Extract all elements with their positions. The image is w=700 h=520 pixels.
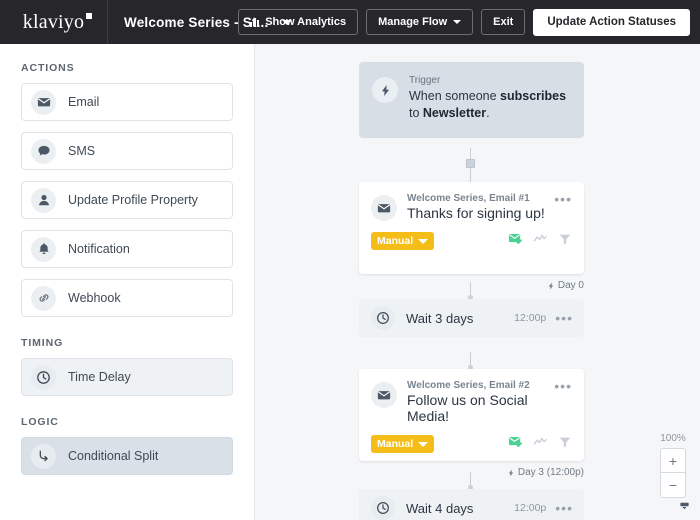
envelope-icon (371, 195, 397, 221)
chevron-down-icon (453, 20, 462, 24)
time-delay-card[interactable]: Wait 3 days 12:00p ••• (359, 299, 584, 337)
clock-icon (371, 306, 395, 330)
zoom-out-button[interactable]: − (660, 473, 686, 498)
day-label-text: Day 3 (12:00p) (517, 467, 584, 478)
zoom-controls: 100% + − (660, 433, 686, 498)
logo-text: klaviyo (22, 11, 85, 33)
email-action-card[interactable]: Welcome Series, Email #2 Follow us on So… (359, 369, 584, 478)
clock-icon (371, 496, 395, 520)
sidebar-item-conditional-split[interactable]: Conditional Split (21, 437, 233, 475)
sidebar-item-time-delay[interactable]: Time Delay (21, 358, 233, 396)
person-icon (31, 187, 56, 213)
email-name: Welcome Series, Email #1 (407, 193, 530, 204)
add-node-button[interactable] (466, 159, 475, 168)
show-analytics-button[interactable]: Show Analytics (238, 9, 359, 35)
sidebar-item-label: Notification (68, 242, 130, 256)
sidebar-item-label: Email (68, 95, 100, 109)
sidebar-item-label: Webhook (68, 291, 121, 305)
trigger-event-name: subscribes (500, 89, 567, 103)
delay-label: Wait 3 days (406, 310, 474, 326)
trigger-description: When someone subscribes to Newsletter. (409, 88, 569, 122)
component-palette-sidebar: ACTIONS Email SMS Update Profile Propert… (0, 44, 255, 520)
delay-label: Wait 4 days (406, 500, 474, 516)
filter-icon[interactable] (558, 232, 572, 251)
clock-icon (31, 364, 56, 390)
sidebar-item-label: SMS (68, 144, 96, 158)
bar-chart-icon (250, 17, 260, 27)
klaviyo-flow-builder: klaviyo Welcome Series - St... Show Anal… (0, 0, 700, 520)
trigger-label: Trigger (409, 75, 441, 86)
filter-icon[interactable] (558, 435, 572, 454)
show-analytics-label: Show Analytics (265, 16, 347, 28)
status-badge[interactable]: Manual (371, 232, 435, 250)
smart-sending-icon[interactable] (508, 434, 523, 454)
manage-flow-button[interactable]: Manage Flow (366, 9, 474, 35)
day-label: Day 0 (547, 280, 584, 291)
top-bar-actions: Show Analytics Manage Flow Exit Update A… (238, 0, 690, 44)
link-icon (31, 285, 56, 311)
delay-time: 12:00p (514, 502, 547, 514)
day-label: Day 3 (12:00p) (507, 467, 584, 478)
sidebar-item-sms[interactable]: SMS (21, 132, 233, 170)
trigger-card[interactable]: Trigger When someone subscribes to Newsl… (359, 62, 584, 138)
card-menu-button[interactable]: ••• (554, 192, 572, 206)
time-delay-card[interactable]: Wait 4 days 12:00p ••• (359, 489, 584, 520)
lightning-bolt-icon (372, 77, 398, 103)
status-badge-label: Manual (377, 438, 414, 450)
day-label-text: Day 0 (557, 280, 584, 291)
trigger-text-suffix: . (486, 105, 490, 120)
smart-sending-icon[interactable] (508, 231, 523, 251)
sidebar-item-notification[interactable]: Notification (21, 230, 233, 268)
branch-icon (31, 443, 56, 469)
sidebar-item-label: Update Profile Property (68, 193, 198, 207)
manage-flow-label: Manage Flow (378, 16, 448, 28)
update-action-statuses-label: Update Action Statuses (547, 16, 676, 28)
lightning-bolt-icon (548, 282, 554, 289)
delay-time: 12:00p (514, 312, 547, 324)
email-subject: Follow us on Social Media! (407, 392, 528, 424)
trigger-text-mid: to (409, 105, 423, 120)
lightning-bolt-icon (508, 469, 514, 476)
sidebar-item-email[interactable]: Email (21, 83, 233, 121)
sidebar-item-label: Time Delay (68, 370, 131, 384)
trend-line-icon[interactable] (533, 231, 548, 251)
chat-bubble-icon (31, 138, 56, 164)
klaviyo-logo[interactable]: klaviyo (0, 0, 108, 44)
trigger-list-name: Newsletter (422, 105, 487, 120)
card-menu-button[interactable]: ••• (554, 379, 572, 393)
sidebar-item-label: Conditional Split (68, 449, 159, 463)
update-action-statuses-button[interactable]: Update Action Statuses (533, 8, 690, 36)
email-subject: Thanks for signing up! (407, 205, 545, 221)
status-badge-label: Manual (377, 235, 414, 247)
card-icon-row (508, 434, 572, 454)
sidebar-item-update-profile-property[interactable]: Update Profile Property (21, 181, 233, 219)
top-bar: klaviyo Welcome Series - St... Show Anal… (0, 0, 700, 44)
sidebar-section-title-logic: LOGIC (21, 416, 59, 428)
card-icon-row (508, 231, 572, 251)
card-menu-button[interactable]: ••• (555, 501, 573, 515)
exit-button[interactable]: Exit (481, 9, 526, 35)
email-action-card[interactable]: Welcome Series, Email #1 Thanks for sign… (359, 182, 584, 291)
sidebar-item-webhook[interactable]: Webhook (21, 279, 233, 317)
sidebar-section-title-timing: TIMING (21, 337, 64, 349)
trend-line-icon[interactable] (533, 434, 548, 454)
flow-canvas[interactable]: Trigger When someone subscribes to Newsl… (256, 44, 700, 520)
fit-to-screen-icon[interactable] (679, 498, 690, 516)
zoom-percent-label: 100% (660, 433, 686, 444)
status-badge[interactable]: Manual (371, 435, 435, 453)
email-name: Welcome Series, Email #2 (407, 380, 530, 391)
sidebar-section-title-actions: ACTIONS (21, 62, 75, 74)
zoom-in-button[interactable]: + (660, 448, 686, 473)
bell-icon (31, 236, 56, 262)
envelope-icon (371, 382, 397, 408)
envelope-icon (31, 89, 56, 115)
exit-label: Exit (493, 16, 514, 28)
logo-square-mark (86, 13, 93, 19)
chevron-down-icon (418, 238, 429, 244)
chevron-down-icon (418, 441, 429, 447)
trigger-text-prefix: When someone (409, 89, 501, 103)
card-menu-button[interactable]: ••• (555, 311, 573, 325)
